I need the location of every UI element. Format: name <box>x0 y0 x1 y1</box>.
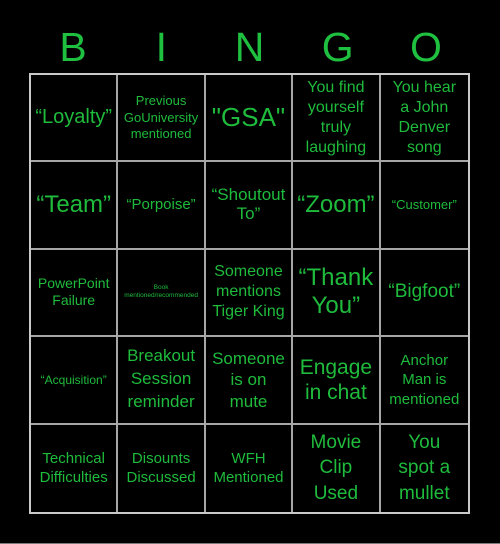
bingo-cell-r2-c5[interactable]: “Customer” <box>380 162 468 250</box>
bingo-cell-r5-c1[interactable]: Technical Difficulties <box>31 424 119 512</box>
bingo-cell-r4-c2[interactable]: Breakout Session reminder <box>118 337 206 425</box>
bingo-cell-r3-c3[interactable]: Someone mentions Tiger King <box>205 249 294 338</box>
bingo-cell-r4-c3[interactable]: Someone is on mute <box>205 337 294 425</box>
bingo-cell-r5-c5[interactable]: You spot a mullet <box>381 425 468 512</box>
bingo-cell-r1-c1[interactable]: “Loyalty” <box>31 75 119 163</box>
header-letter-n: N <box>234 24 265 70</box>
bingo-header: B I N G O <box>29 24 470 70</box>
bingo-cell-r2-c2[interactable]: “Porpoise” <box>118 162 206 250</box>
bingo-cell-r4-c1[interactable]: “Acquisition” <box>31 337 119 425</box>
bingo-cell-r1-c3[interactable]: "GSA" <box>205 75 294 163</box>
bingo-cell-r4-c5[interactable]: Anchor Man is mentioned <box>380 337 468 425</box>
bingo-cell-r4-c4[interactable]: Engage in chat <box>293 337 381 425</box>
bingo-cell-r1-c4[interactable]: You find yourself truly laughing <box>293 75 381 163</box>
bingo-cell-r3-c4[interactable]: “Thank You” <box>293 249 381 338</box>
bingo-cell-r2-c1[interactable]: “Team” <box>31 162 119 250</box>
bingo-cell-r5-c3[interactable]: WFH Mentioned <box>206 424 294 512</box>
header-letter-o: O <box>409 24 442 70</box>
bingo-cell-r2-c4[interactable]: “Zoom” <box>293 162 381 250</box>
bingo-cell-r3-c1[interactable]: PowerPoint Failure <box>31 249 119 338</box>
header-letter-b: B <box>59 24 87 70</box>
header-letter-i: I <box>155 24 167 70</box>
bingo-cell-r5-c2[interactable]: Disounts Discussed <box>118 424 206 512</box>
header-letter-g: G <box>321 24 354 70</box>
bingo-cell-r1-c2[interactable]: Previous GoUniversity mentioned <box>118 75 206 163</box>
bingo-board: “Loyalty” Previous GoUniversity mentione… <box>29 73 470 514</box>
bingo-cell-r5-c4[interactable]: Movie Clip Used <box>293 424 381 512</box>
bingo-cell-r3-c5[interactable]: “Bigfoot” <box>380 250 468 338</box>
bingo-cell-r3-c2[interactable]: Book mentioned/recommended <box>118 249 206 338</box>
bingo-cell-r2-c3[interactable]: “Shoutout To” <box>205 162 294 250</box>
bingo-cell-r1-c5[interactable]: You hear a John Denver song <box>380 75 468 163</box>
